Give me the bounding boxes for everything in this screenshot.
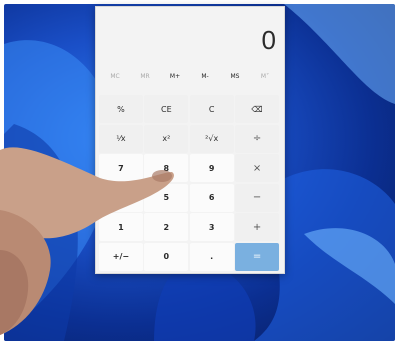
pointing-hand [0, 147, 174, 335]
